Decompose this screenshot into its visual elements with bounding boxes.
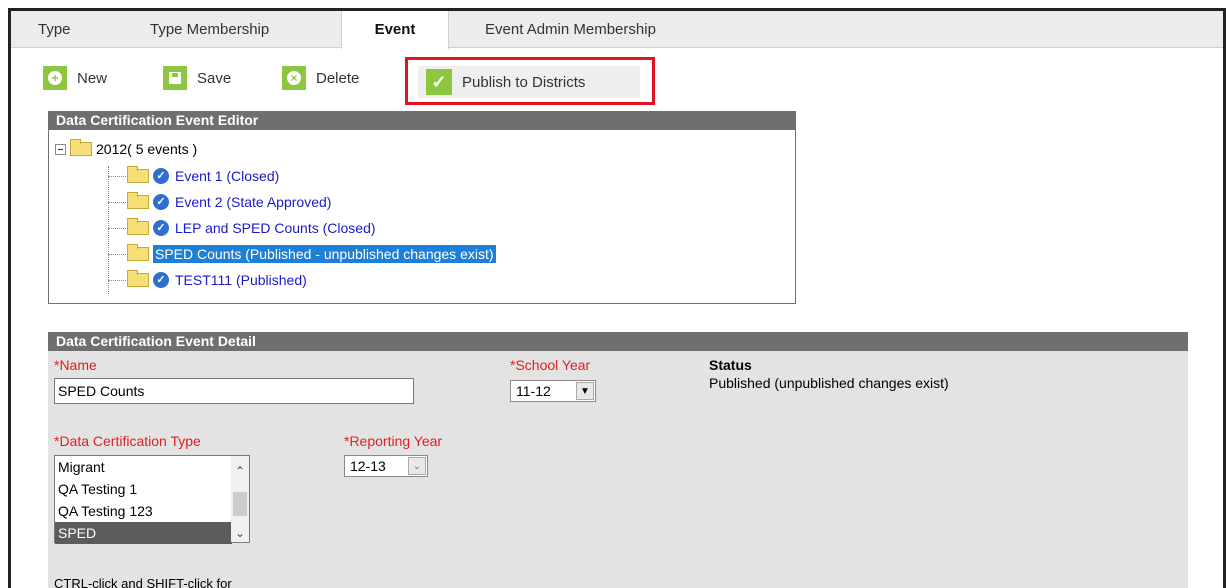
tree-item-test111[interactable]: ✓ TEST111 (Published) xyxy=(127,269,307,291)
school-year-select[interactable]: 11-12 ▼ xyxy=(510,380,596,402)
reporting-year-value: 12-13 xyxy=(350,458,386,474)
scrollbar-thumb[interactable] xyxy=(233,492,247,516)
detail-panel-header: Data Certification Event Detail xyxy=(48,332,1188,351)
floppy-disk-icon xyxy=(163,66,187,90)
tree-item-label[interactable]: TEST111 (Published) xyxy=(175,272,307,288)
event-detail-panel: *Name SPED Counts *School Year 11-12 ▼ S… xyxy=(48,351,1188,588)
checkmark-circle-icon: ✓ xyxy=(153,272,169,288)
plus-icon: + xyxy=(43,66,67,90)
name-label: *Name xyxy=(54,357,97,373)
editor-panel-header: Data Certification Event Editor xyxy=(48,111,796,130)
status-value: Published (unpublished changes exist) xyxy=(709,375,949,391)
app-frame: Type Type Membership Event Event Admin M… xyxy=(8,8,1226,588)
tab-event-admin-membership[interactable]: Event Admin Membership xyxy=(485,11,656,48)
chevron-down-icon[interactable]: ⌄ xyxy=(231,524,249,542)
tree-item-label[interactable]: Event 2 (State Approved) xyxy=(175,194,331,210)
folder-icon xyxy=(70,139,92,156)
delete-x-icon: × xyxy=(282,66,306,90)
checkmark-circle-icon: ✓ xyxy=(153,168,169,184)
tree-item-event-1[interactable]: ✓ Event 1 (Closed) xyxy=(127,165,279,187)
folder-icon xyxy=(127,270,149,287)
save-button[interactable]: Save xyxy=(163,66,231,90)
new-button[interactable]: + New xyxy=(43,66,107,90)
collapse-toggle-icon[interactable] xyxy=(55,143,66,155)
tab-type[interactable]: Type xyxy=(38,11,71,48)
data-certification-type-listbox[interactable]: Migrant QA Testing 1 QA Testing 123 SPED… xyxy=(54,455,250,544)
tab-event[interactable]: Event xyxy=(341,11,449,49)
folder-label: 2012( 5 events ) xyxy=(96,141,198,157)
tab-bar: Type Type Membership Event Event Admin M… xyxy=(11,11,1223,49)
checkmark-circle-icon: ✓ xyxy=(153,220,169,236)
toolbar: + New Save × Delete ✓ Publish to Distric… xyxy=(11,49,1223,105)
tree-item-event-2[interactable]: ✓ Event 2 (State Approved) xyxy=(127,191,331,213)
publish-to-districts-button[interactable]: ✓ Publish to Districts xyxy=(418,66,640,98)
name-input[interactable]: SPED Counts xyxy=(54,378,414,404)
list-item-selected[interactable]: SPED xyxy=(55,522,232,544)
school-year-label: *School Year xyxy=(510,357,591,373)
chevron-down-icon[interactable]: ▼ xyxy=(576,382,594,400)
tree-folder-2012[interactable]: 2012( 5 events ) xyxy=(55,138,197,160)
list-item[interactable]: Migrant xyxy=(55,456,232,478)
publish-label: Publish to Districts xyxy=(462,73,586,91)
checkmark-icon: ✓ xyxy=(426,69,452,95)
tree-item-label[interactable]: LEP and SPED Counts (Closed) xyxy=(175,220,376,236)
save-label: Save xyxy=(197,69,232,87)
tree-item-label-selected[interactable]: SPED Counts (Published - unpublished cha… xyxy=(153,245,496,263)
folder-icon xyxy=(127,166,149,183)
folder-icon xyxy=(127,218,149,235)
tree-item-sped-counts[interactable]: SPED Counts (Published - unpublished cha… xyxy=(127,243,496,265)
checkmark-circle-icon: ✓ xyxy=(153,194,169,210)
list-item[interactable]: QA Testing 123 xyxy=(55,500,232,522)
new-label: New xyxy=(77,69,108,87)
multi-select-hint: CTRL-click and SHIFT-click for xyxy=(54,576,232,588)
status-label: Status xyxy=(709,357,752,373)
list-item[interactable]: QA Testing 1 xyxy=(55,478,232,500)
event-tree: 2012( 5 events ) ✓ Event 1 (Closed) ✓ Ev… xyxy=(48,130,796,304)
tree-guide-line xyxy=(108,166,109,294)
data-certification-type-label: *Data Certification Type xyxy=(54,433,201,449)
tree-item-label[interactable]: Event 1 (Closed) xyxy=(175,168,279,184)
delete-label: Delete xyxy=(316,69,360,87)
folder-icon xyxy=(127,244,149,261)
folder-icon xyxy=(127,192,149,209)
delete-button[interactable]: × Delete xyxy=(282,66,359,90)
listbox-scrollbar[interactable]: ⌃ ⌄ xyxy=(231,456,249,542)
reporting-year-select[interactable]: 12-13 ⌄ xyxy=(344,455,428,477)
school-year-value: 11-12 xyxy=(516,383,551,399)
chevron-up-icon[interactable]: ⌃ xyxy=(231,462,249,480)
reporting-year-label: *Reporting Year xyxy=(344,433,443,449)
tab-type-membership[interactable]: Type Membership xyxy=(150,11,269,48)
tree-item-lep-sped-counts[interactable]: ✓ LEP and SPED Counts (Closed) xyxy=(127,217,376,239)
chevron-down-icon[interactable]: ⌄ xyxy=(408,457,426,475)
